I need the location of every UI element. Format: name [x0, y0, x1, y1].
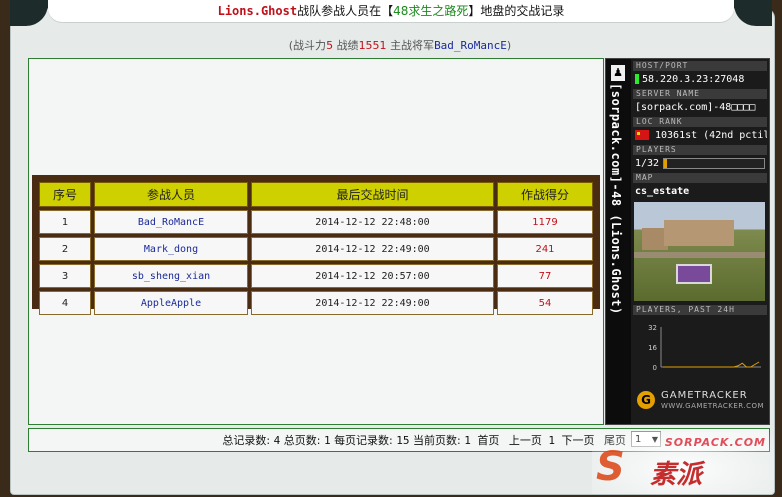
commander-name: Bad_RoMancE	[434, 39, 507, 52]
record-table: 序号 参战人员 最后交战时间 作战得分 1 Bad_RoMancE 2014-1…	[36, 179, 596, 318]
current-page-value: 1	[464, 434, 471, 447]
total-records-label: 总记录数:	[222, 434, 271, 447]
current-page-label: 当前页数:	[413, 434, 461, 447]
col-header-time: 最后交战时间	[251, 182, 494, 207]
row-time: 2014-12-12 22:48:00	[251, 210, 494, 234]
stats-open: (战斗力	[288, 39, 327, 52]
gametracker-banner[interactable]: ♟ [sorpack.com]-48 (Lions.Ghost) HOST/PO…	[605, 58, 770, 425]
online-status-icon	[635, 74, 639, 84]
map-pool	[676, 264, 712, 284]
host-text: 58.220.3.23:27048	[642, 74, 745, 85]
gametracker-logo-url: WWW.GAMETRACKER.COM	[661, 402, 765, 410]
first-page-link[interactable]: 首页	[477, 434, 499, 447]
chart-series-line	[663, 361, 760, 368]
power-value: 5	[326, 39, 334, 52]
banner-info-panel: HOST/PORT 58.220.3.23:27048 SERVER NAME …	[633, 61, 767, 413]
page-number[interactable]: 1	[548, 434, 555, 447]
players-bar-fill	[664, 158, 668, 168]
gametracker-logo: G GAMETRACKER WWW.GAMETRACKER.COM	[633, 387, 767, 413]
china-flag-icon	[635, 130, 649, 140]
title-text-2: 】地盘的交战记录	[468, 4, 565, 18]
players-chart-svg: 32 16 0	[648, 324, 761, 372]
title-text-1: 战队参战人员在【	[297, 4, 394, 18]
table-row: 3 sb_sheng_xian 2014-12-12 20:57:00 77	[39, 264, 593, 288]
gametracker-g-icon: G	[637, 391, 655, 409]
next-page-link[interactable]: 下一页	[562, 434, 595, 447]
prev-page-link[interactable]: 上一页	[509, 434, 542, 447]
total-records-value: 4	[273, 434, 281, 447]
rank-text: 10361st (42nd pctile)	[655, 130, 767, 141]
map-building	[664, 220, 734, 246]
watermark-s-logo-icon: S	[596, 444, 625, 490]
row-score: 54	[497, 291, 593, 315]
row-no: 1	[39, 210, 91, 234]
title-map: 48求生之路死	[393, 4, 469, 18]
row-score: 77	[497, 264, 593, 288]
players-past-label: PLAYERS, PAST 24H	[633, 305, 767, 315]
banner-vertical-title: [sorpack.com]-48 (Lions.Ghost)	[609, 83, 623, 315]
col-header-score: 作战得分	[497, 182, 593, 207]
team-name: Lions.Ghost	[217, 4, 298, 18]
row-score: 241	[497, 237, 593, 261]
team-stats: (战斗力5 战绩1551 主战将军Bad_RoMancE)	[0, 37, 782, 53]
total-pages-label: 总页数:	[283, 434, 321, 447]
host-label: HOST/PORT	[633, 61, 767, 71]
row-no: 4	[39, 291, 91, 315]
row-player[interactable]: sb_sheng_xian	[94, 264, 248, 288]
watermark-brand: 素派	[650, 460, 703, 490]
server-label: SERVER NAME	[633, 89, 767, 99]
row-player[interactable]: Mark_dong	[94, 237, 248, 261]
table-header-row: 序号 参战人员 最后交战时间 作战得分	[39, 182, 593, 207]
row-time: 2014-12-12 22:49:00	[251, 237, 494, 261]
gametracker-logo-title: GAMETRACKER	[661, 390, 748, 401]
map-preview-image	[634, 202, 765, 301]
host-value: 58.220.3.23:27048	[633, 71, 767, 89]
server-value: [sorpack.com]-48□□□□	[635, 102, 756, 113]
record-label: 战绩	[336, 39, 359, 52]
rank-label: LOC RANK	[633, 117, 767, 127]
record-table-wrap: 序号 参战人员 最后交战时间 作战得分 1 Bad_RoMancE 2014-1…	[32, 175, 600, 315]
pager: 总记录数: 4 总页数: 1 每页记录数: 15 当前页数: 1 首页 上一页 …	[222, 432, 629, 448]
per-page-value: 15	[396, 434, 410, 447]
col-header-player: 参战人员	[94, 182, 248, 207]
record-value: 1551	[358, 39, 387, 52]
total-pages-value: 1	[323, 434, 331, 447]
row-score: 1179	[497, 210, 593, 234]
players-value: 1/32	[633, 155, 767, 173]
counter-strike-icon: ♟	[611, 65, 625, 81]
row-player[interactable]: Bad_RoMancE	[94, 210, 248, 234]
stats-close: )	[506, 39, 512, 52]
record-panel: 序号 参战人员 最后交战时间 作战得分 1 Bad_RoMancE 2014-1…	[28, 58, 604, 425]
players-bar	[663, 157, 766, 169]
table-row: 2 Mark_dong 2014-12-12 22:49:00 241	[39, 237, 593, 261]
col-header-no: 序号	[39, 182, 91, 207]
page-title: Lions.Ghost战队参战人员在【48求生之路死】地盘的交战记录	[0, 2, 782, 19]
per-page-label: 每页记录数:	[334, 434, 393, 447]
site-watermark: S SORPACK.COM 素派	[592, 432, 774, 494]
table-row: 4 AppleApple 2014-12-12 22:49:00 54	[39, 291, 593, 315]
watermark-domain: SORPACK.COM	[664, 436, 766, 449]
row-no: 2	[39, 237, 91, 261]
map-label: MAP	[633, 173, 767, 183]
players-label: PLAYERS	[633, 145, 767, 155]
map-wall	[634, 252, 765, 258]
chart-tick-label: 16	[648, 344, 657, 352]
row-no: 3	[39, 264, 91, 288]
players-text: 1/32	[635, 158, 660, 169]
players-chart: 32 16 0	[633, 317, 767, 381]
rank-value: 10361st (42nd pctile)	[633, 127, 767, 145]
map-value: cs_estate	[635, 186, 690, 197]
row-time: 2014-12-12 22:49:00	[251, 291, 494, 315]
commander-label: 主战将军	[390, 39, 435, 52]
chart-tick-label: 0	[653, 364, 657, 372]
banner-side-strip: ♟ [sorpack.com]-48 (Lions.Ghost)	[606, 59, 631, 424]
chart-tick-label: 32	[648, 324, 657, 332]
row-time: 2014-12-12 20:57:00	[251, 264, 494, 288]
row-player[interactable]: AppleApple	[94, 291, 248, 315]
table-row: 1 Bad_RoMancE 2014-12-12 22:48:00 1179	[39, 210, 593, 234]
